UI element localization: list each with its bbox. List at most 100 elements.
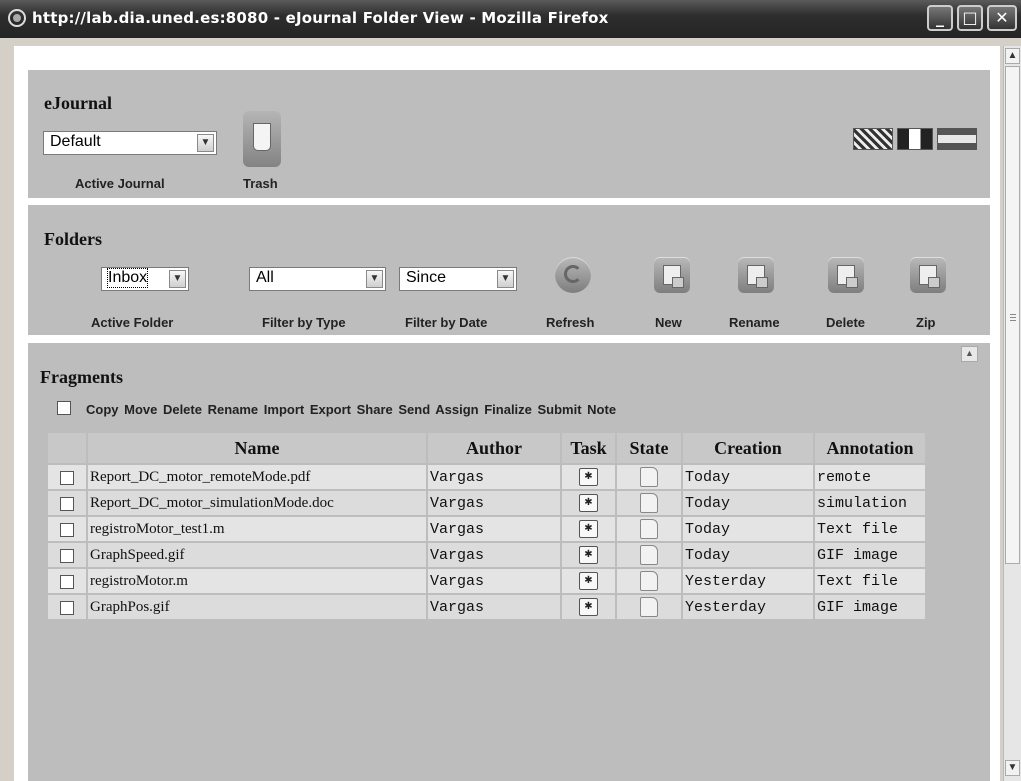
refresh-button[interactable] bbox=[555, 257, 591, 293]
fragment-name[interactable]: Report_DC_motor_simulationMode.doc bbox=[88, 491, 426, 515]
active-folder-select[interactable]: Inbox ▼ bbox=[101, 267, 189, 291]
task-icon[interactable]: ✱ bbox=[579, 546, 598, 565]
row-checkbox[interactable] bbox=[60, 548, 74, 563]
task-cell[interactable]: ✱ bbox=[562, 595, 615, 619]
english-flag-icon[interactable] bbox=[853, 128, 893, 150]
state-cell[interactable] bbox=[617, 569, 681, 593]
fragment-creation: Today bbox=[683, 543, 813, 567]
scroll-thumb[interactable] bbox=[1005, 66, 1020, 564]
fragment-creation: Today bbox=[683, 491, 813, 515]
fragment-actions[interactable]: Copy Move Delete Rename Import Export Sh… bbox=[86, 402, 616, 417]
state-cell[interactable] bbox=[617, 465, 681, 489]
state-cell[interactable] bbox=[617, 491, 681, 515]
row-checkbox[interactable] bbox=[60, 470, 74, 485]
scroll-up-arrow-icon[interactable]: ▲ bbox=[1005, 48, 1020, 64]
fragment-author: Vargas bbox=[428, 491, 560, 515]
row-checkbox-cell[interactable] bbox=[48, 491, 86, 515]
row-checkbox[interactable] bbox=[60, 574, 74, 589]
fragment-name[interactable]: registroMotor.m bbox=[88, 569, 426, 593]
refresh-icon bbox=[564, 265, 582, 283]
name-column-header[interactable]: Name bbox=[88, 433, 426, 463]
filter-type-select[interactable]: All ▼ bbox=[249, 267, 386, 291]
row-checkbox-cell[interactable] bbox=[48, 465, 86, 489]
trash-button[interactable] bbox=[243, 111, 281, 167]
table-row[interactable]: Report_DC_motor_remoteMode.pdf Vargas ✱ Tod… bbox=[48, 465, 925, 489]
state-icon[interactable] bbox=[640, 467, 658, 487]
creation-column-header[interactable]: Creation bbox=[683, 433, 813, 463]
task-cell[interactable]: ✱ bbox=[562, 543, 615, 567]
row-checkbox[interactable] bbox=[60, 496, 74, 511]
chevron-down-icon[interactable]: ▼ bbox=[366, 270, 383, 288]
table-row[interactable]: Report_DC_motor_simulationMode.doc Vargas… bbox=[48, 491, 925, 515]
task-cell[interactable]: ✱ bbox=[562, 517, 615, 541]
table-row[interactable]: GraphPos.gif Vargas ✱ Yesterday GIF image bbox=[48, 595, 925, 619]
filter-type-value: All bbox=[256, 269, 274, 286]
state-icon[interactable] bbox=[640, 571, 658, 591]
new-document-icon bbox=[663, 265, 684, 288]
fragment-creation: Today bbox=[683, 465, 813, 489]
state-cell[interactable] bbox=[617, 595, 681, 619]
author-column-header[interactable]: Author bbox=[428, 433, 560, 463]
zip-button[interactable] bbox=[910, 257, 946, 293]
delete-caption: Delete bbox=[826, 315, 866, 330]
refresh-caption: Refresh bbox=[546, 315, 595, 330]
state-cell[interactable] bbox=[617, 543, 681, 567]
state-icon[interactable] bbox=[640, 519, 658, 539]
chevron-down-icon[interactable]: ▼ bbox=[497, 270, 514, 288]
row-checkbox[interactable] bbox=[60, 600, 74, 615]
fragment-name[interactable]: registroMotor_test1.m bbox=[88, 517, 426, 541]
state-column-header[interactable]: State bbox=[617, 433, 681, 463]
rename-button[interactable] bbox=[738, 257, 774, 293]
annotation-column-header[interactable]: Annotation bbox=[815, 433, 925, 463]
fragment-name[interactable]: GraphSpeed.gif bbox=[88, 543, 426, 567]
task-icon[interactable]: ✱ bbox=[579, 520, 598, 539]
maximize-button[interactable]: □ bbox=[957, 5, 983, 31]
chevron-down-icon[interactable]: ▼ bbox=[169, 270, 186, 288]
row-checkbox-cell[interactable] bbox=[48, 595, 86, 619]
active-folder-caption: Active Folder bbox=[91, 315, 174, 330]
task-icon[interactable]: ✱ bbox=[579, 468, 598, 487]
task-cell[interactable]: ✱ bbox=[562, 491, 615, 515]
select-all-checkbox[interactable] bbox=[57, 401, 71, 415]
delete-button[interactable] bbox=[828, 257, 864, 293]
task-icon[interactable]: ✱ bbox=[579, 572, 598, 591]
trash-icon bbox=[253, 123, 271, 151]
fragment-annotation: GIF image bbox=[815, 595, 925, 619]
task-icon[interactable]: ✱ bbox=[579, 494, 598, 513]
fragment-author: Vargas bbox=[428, 465, 560, 489]
fragment-creation: Today bbox=[683, 517, 813, 541]
chevron-down-icon[interactable]: ▼ bbox=[197, 134, 214, 152]
row-checkbox[interactable] bbox=[60, 522, 74, 537]
row-checkbox-cell[interactable] bbox=[48, 517, 86, 541]
spanish-flag-icon[interactable] bbox=[937, 128, 977, 150]
state-icon[interactable] bbox=[640, 597, 658, 617]
table-row[interactable]: GraphSpeed.gif Vargas ✱ Today GIF image bbox=[48, 543, 925, 567]
row-checkbox-cell[interactable] bbox=[48, 543, 86, 567]
table-row[interactable]: registroMotor.m Vargas ✱ Yesterday Text file bbox=[48, 569, 925, 593]
fragment-name[interactable]: GraphPos.gif bbox=[88, 595, 426, 619]
task-cell[interactable]: ✱ bbox=[562, 465, 615, 489]
task-column-header[interactable]: Task bbox=[562, 433, 615, 463]
scroll-down-arrow-icon[interactable]: ▼ bbox=[1005, 760, 1020, 776]
checkbox-column-header bbox=[48, 433, 86, 463]
task-cell[interactable]: ✱ bbox=[562, 569, 615, 593]
active-journal-select[interactable]: Default ▼ bbox=[43, 131, 217, 155]
close-button[interactable]: ✕ bbox=[987, 5, 1017, 31]
state-cell[interactable] bbox=[617, 517, 681, 541]
fragment-creation: Yesterday bbox=[683, 569, 813, 593]
page-scrollbar[interactable]: ▲ ▼ bbox=[1003, 46, 1021, 781]
row-checkbox-cell[interactable] bbox=[48, 569, 86, 593]
new-button[interactable] bbox=[654, 257, 690, 293]
french-flag-icon[interactable] bbox=[897, 128, 933, 150]
minimize-button[interactable]: _ bbox=[927, 5, 953, 31]
state-icon[interactable] bbox=[640, 545, 658, 565]
fragment-name[interactable]: Report_DC_motor_remoteMode.pdf bbox=[88, 465, 426, 489]
state-icon[interactable] bbox=[640, 493, 658, 513]
table-row[interactable]: registroMotor_test1.m Vargas ✱ Today Text fi… bbox=[48, 517, 925, 541]
task-icon[interactable]: ✱ bbox=[579, 598, 598, 617]
fragments-scroll-up-icon[interactable]: ▲ bbox=[961, 346, 978, 362]
browser-window: http://lab.dia.uned.es:8080 - eJournal F… bbox=[0, 0, 1021, 781]
filter-date-select[interactable]: Since ▼ bbox=[399, 267, 517, 291]
fragments-table: Name Author Task State Creation Annotati… bbox=[46, 431, 927, 621]
folders-heading: Folders bbox=[44, 229, 102, 249]
